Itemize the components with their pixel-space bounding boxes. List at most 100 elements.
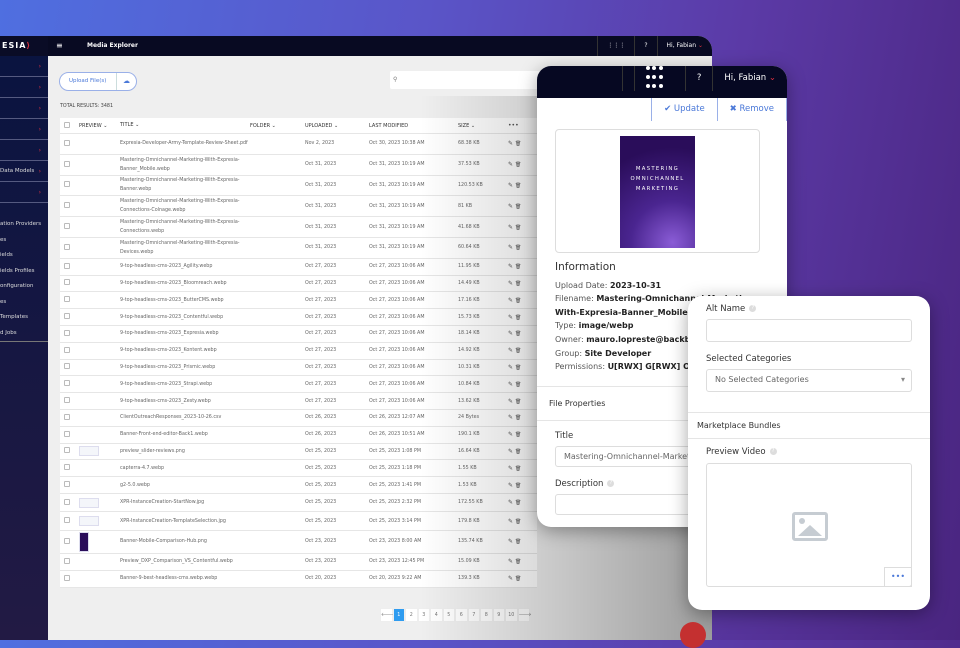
- edit-icon[interactable]: ✎: [508, 448, 515, 455]
- trash-icon[interactable]: 🗑: [515, 264, 521, 270]
- more-columns-icon[interactable]: •••: [508, 122, 537, 129]
- trash-icon[interactable]: 🗑: [515, 348, 521, 354]
- menu-icon[interactable]: ≡: [56, 36, 63, 56]
- sidebar-item[interactable]: d Jobs: [0, 326, 48, 342]
- col-folder[interactable]: FOLDER ⌄: [250, 123, 305, 129]
- row-checkbox[interactable]: [64, 447, 70, 454]
- table-row[interactable]: Mastering-Omnichannel-Marketing-With-Exp…: [60, 176, 537, 197]
- preview-video-dropzone[interactable]: •••: [706, 463, 912, 587]
- table-row[interactable]: capterra-4.7.webp Oct 25, 2023 Oct 25, 202…: [60, 460, 537, 478]
- row-checkbox[interactable]: [64, 346, 70, 353]
- trash-icon[interactable]: 🗑: [515, 466, 521, 472]
- row-checkbox[interactable]: [64, 498, 70, 505]
- help-icon[interactable]: ?: [749, 305, 757, 312]
- user-menu[interactable]: Hi, Fabian ⌄: [712, 66, 787, 91]
- trash-icon[interactable]: 🗑: [515, 382, 521, 388]
- row-checkbox[interactable]: [64, 574, 70, 581]
- table-row[interactable]: 9-top-headless-cms-2023_ButterCMS.webp Oc…: [60, 292, 537, 310]
- table-row[interactable]: XPR-InstanceCreation-TemplateSelection.j…: [60, 512, 537, 531]
- col-title[interactable]: TITLE ⌄: [120, 121, 250, 130]
- next-page-button[interactable]: 🡒: [517, 608, 531, 622]
- row-checkbox[interactable]: [64, 160, 70, 167]
- edit-icon[interactable]: ✎: [508, 314, 515, 321]
- trash-icon[interactable]: 🗑: [515, 183, 521, 189]
- table-row[interactable]: ClientOutreachResponses_2023-10-26.csv Oc…: [60, 410, 537, 427]
- row-checkbox[interactable]: [64, 464, 70, 471]
- help-icon[interactable]: ?: [684, 66, 713, 91]
- table-row[interactable]: Preview_DXP_Comparison_VS_Contentful.web…: [60, 554, 537, 571]
- title-cell[interactable]: Mastering-Omnichannel-Marketing-With-Exp…: [120, 239, 250, 257]
- title-cell[interactable]: Mastering-Omnichannel-Marketing-With-Exp…: [120, 218, 250, 236]
- page-button[interactable]: 5: [442, 608, 455, 622]
- row-checkbox[interactable]: [64, 279, 70, 286]
- title-cell[interactable]: 9-top-headless-cms-2023_Zesty.webp: [120, 397, 250, 406]
- sidebar-item[interactable]: ields: [0, 248, 48, 264]
- page-button[interactable]: 10: [505, 608, 518, 622]
- title-cell[interactable]: XPR-InstanceCreation-StartNow.jpg: [120, 498, 250, 507]
- title-cell[interactable]: Banner-Front-end-editor-Back1.webp: [120, 430, 250, 439]
- page-button[interactable]: 7: [467, 608, 480, 622]
- alt-name-input[interactable]: [706, 319, 912, 342]
- edit-icon[interactable]: ✎: [508, 182, 515, 189]
- apps-grid-icon[interactable]: ⋮⋮⋮: [597, 36, 634, 56]
- row-checkbox[interactable]: [64, 262, 70, 269]
- table-row[interactable]: Banner-Mobile-Comparison-Hub.png Oct 23, …: [60, 531, 537, 554]
- row-checkbox[interactable]: [64, 430, 70, 437]
- edit-icon[interactable]: ✎: [508, 347, 515, 354]
- edit-icon[interactable]: ✎: [508, 431, 515, 438]
- trash-icon[interactable]: 🗑: [515, 539, 521, 545]
- trash-icon[interactable]: 🗑: [515, 519, 521, 525]
- table-row[interactable]: Mastering-Omnichannel-Marketing-With-Exp…: [60, 217, 537, 238]
- table-row[interactable]: Banner-9-best-headless-cms.webp.webp Oct …: [60, 571, 537, 588]
- trash-icon[interactable]: 🗑: [515, 245, 521, 251]
- row-checkbox[interactable]: [64, 557, 70, 564]
- help-icon[interactable]: ?: [607, 479, 615, 487]
- trash-icon[interactable]: 🗑: [515, 225, 521, 231]
- title-cell[interactable]: 9-top-headless-cms-2023_Contentful.webp: [120, 313, 250, 322]
- edit-icon[interactable]: ✎: [508, 364, 515, 371]
- row-checkbox[interactable]: [64, 329, 70, 336]
- table-row[interactable]: 9-top-headless-cms-2023_Bloomreach.webp O…: [60, 276, 537, 293]
- trash-icon[interactable]: 🗑: [515, 500, 521, 506]
- table-row[interactable]: Mastering-Omnichannel-Marketing-With-Exp…: [60, 238, 537, 259]
- trash-icon[interactable]: 🗑: [515, 449, 521, 455]
- sidebar-item[interactable]: onfiguration: [0, 279, 48, 295]
- edit-icon[interactable]: ✎: [508, 330, 515, 337]
- trash-icon[interactable]: 🗑: [515, 315, 521, 321]
- edit-icon[interactable]: ✎: [508, 518, 515, 525]
- apps-grid-icon[interactable]: [621, 66, 685, 91]
- table-row[interactable]: XPR-InstanceCreation-StartNow.jpg Oct 25,…: [60, 494, 537, 513]
- row-checkbox[interactable]: [64, 481, 70, 488]
- row-checkbox[interactable]: [64, 296, 70, 303]
- edit-icon[interactable]: ✎: [508, 224, 515, 231]
- trash-icon[interactable]: 🗑: [515, 141, 521, 147]
- help-icon[interactable]: ?: [634, 36, 656, 56]
- title-cell[interactable]: 9-top-headless-cms-2023_Kontent.webp: [120, 346, 250, 355]
- edit-icon[interactable]: ✎: [508, 297, 515, 304]
- edit-icon[interactable]: ✎: [508, 381, 515, 388]
- update-button[interactable]: ✔ Update: [651, 98, 718, 121]
- page-button[interactable]: 9: [492, 608, 505, 622]
- edit-icon[interactable]: ✎: [508, 161, 515, 168]
- upload-files-button[interactable]: Upload File(s) ☁: [59, 72, 137, 91]
- sidebar-group[interactable]: ›: [0, 140, 48, 161]
- page-button[interactable]: 2: [405, 608, 418, 622]
- page-button[interactable]: 4: [430, 608, 443, 622]
- trash-icon[interactable]: 🗑: [515, 162, 521, 168]
- trash-icon[interactable]: 🗑: [515, 331, 521, 337]
- table-row[interactable]: Banner-Front-end-editor-Back1.webp Oct 26…: [60, 427, 537, 444]
- trash-icon[interactable]: 🗑: [515, 298, 521, 304]
- title-cell[interactable]: 9-top-headless-cms-2023_Prismic.webp: [120, 363, 250, 372]
- title-cell[interactable]: 9-top-headless-cms-2023_Strapi.webp: [120, 380, 250, 389]
- row-checkbox[interactable]: [64, 181, 70, 188]
- row-checkbox[interactable]: [64, 223, 70, 230]
- row-checkbox[interactable]: [64, 413, 70, 420]
- title-cell[interactable]: 9-top-headless-cms-2023_Agility.webp: [120, 262, 250, 271]
- row-checkbox[interactable]: [64, 243, 70, 250]
- title-cell[interactable]: Banner-9-best-headless-cms.webp.webp: [120, 574, 250, 583]
- title-cell[interactable]: 9-top-headless-cms-2023_Bloomreach.webp: [120, 279, 250, 288]
- title-cell[interactable]: preview_slider-reviews.png: [120, 447, 250, 456]
- title-cell[interactable]: g2-5.0.webp: [120, 481, 250, 490]
- title-cell[interactable]: capterra-4.7.webp: [120, 464, 250, 473]
- title-cell[interactable]: Preview_DXP_Comparison_VS_Contentful.web…: [120, 557, 250, 566]
